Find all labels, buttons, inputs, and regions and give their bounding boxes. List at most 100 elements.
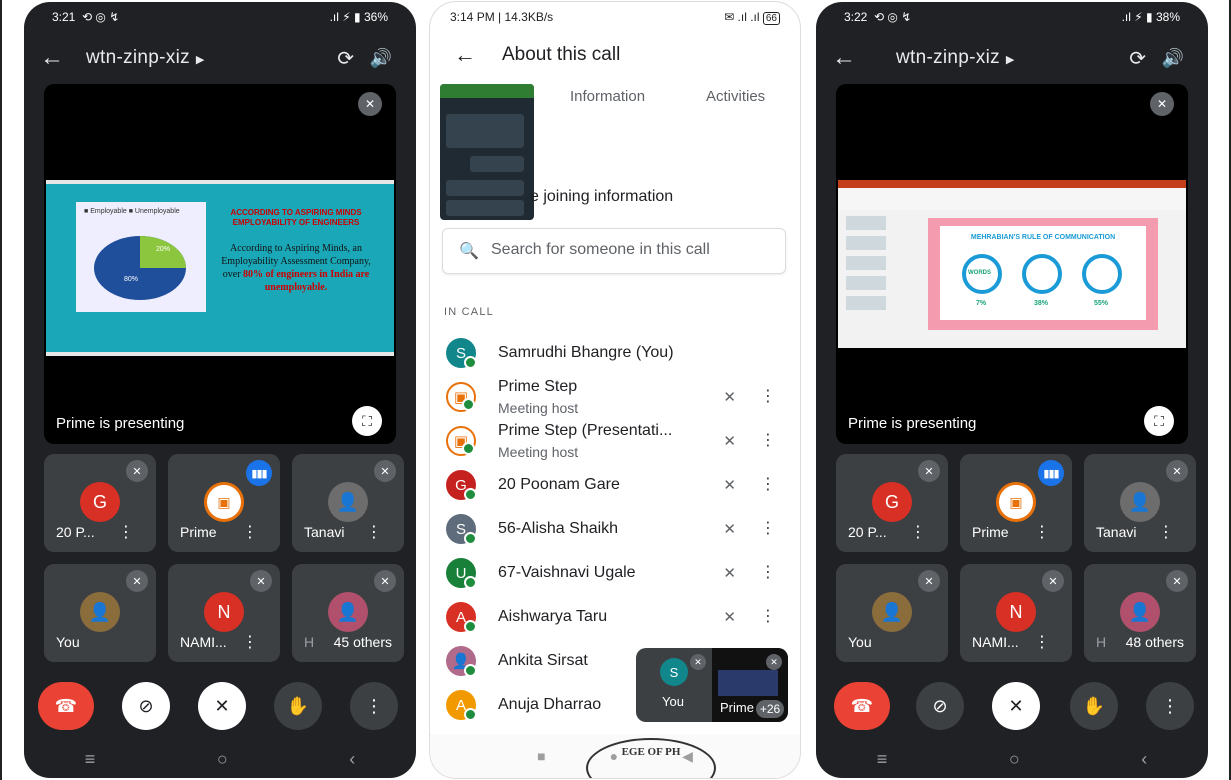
slide-body: According to Aspiring Minds, an Employab… xyxy=(221,243,371,293)
more-vert-icon[interactable]: ⋮ xyxy=(760,518,776,538)
avatar: N xyxy=(204,592,244,632)
fullscreen-icon[interactable]: ⛶ xyxy=(1144,406,1174,436)
mic-off-icon[interactable]: ✕ xyxy=(992,682,1040,730)
back-nav-icon[interactable]: ‹ xyxy=(349,749,355,770)
menu-icon[interactable]: ≡ xyxy=(877,749,888,770)
participant-tile[interactable]: ✕ N NAMI... ⋮ xyxy=(960,564,1072,662)
more-vert-icon[interactable]: ⋮ xyxy=(760,430,776,450)
participant-tile[interactable]: ✕ 👤 You xyxy=(44,564,156,662)
status-bar: 3:14 PM | 14.3KB/s ✉ .ıl .ıl 66 xyxy=(430,2,800,32)
end-call-icon[interactable]: ☎ xyxy=(834,682,890,730)
participant-name: 20 P... xyxy=(56,524,95,540)
camera-off-icon[interactable]: ⊘ xyxy=(122,682,170,730)
arrow-left-icon[interactable]: ← xyxy=(40,44,64,72)
participant-tile[interactable]: ✕ G 20 P... ⋮ xyxy=(44,454,156,552)
speaker-icon[interactable]: 🔊 xyxy=(370,48,392,69)
raise-hand-icon[interactable]: ✋ xyxy=(274,682,322,730)
right-phone: 3:22 ⟲ ◎ ↯ .ıl ⚡ ▮ 38% ← wtn-zinp-xiz ▶ ⟳… xyxy=(816,2,1208,778)
participant-grid: ✕ G 20 P... ⋮ ▮▮▮ ▣ Prime ⋮ ✕ 👤 Tanavi ⋮… xyxy=(44,454,404,666)
battery-level: 66 xyxy=(762,12,780,25)
camera-switch-icon[interactable]: ⟳ xyxy=(1129,46,1146,71)
search-input[interactable]: Search for someone in this call xyxy=(491,241,710,259)
participant-row[interactable]: S 56-Alisha Shaikh ✕ ⋮ xyxy=(444,508,786,552)
fullscreen-icon[interactable]: ⛶ xyxy=(352,406,382,436)
camera-switch-icon[interactable]: ⟳ xyxy=(337,46,354,71)
participant-row[interactable]: U 67-Vaishnavi Ugale ✕ ⋮ xyxy=(444,552,786,596)
participant-name: Prime xyxy=(972,524,1009,540)
participant-tile[interactable]: ✕ G 20 P... ⋮ xyxy=(836,454,948,552)
more-vert-icon[interactable]: ⋮ xyxy=(760,386,776,406)
more-vert-icon[interactable]: ⋮ xyxy=(1034,632,1050,652)
more-vert-icon[interactable]: ⋮ xyxy=(350,682,398,730)
more-vert-icon[interactable]: ⋮ xyxy=(760,606,776,626)
more-vert-icon[interactable]: ⋮ xyxy=(118,522,134,542)
avatar: G xyxy=(872,482,912,522)
call-controls: ☎ ⊘ ✕ ✋ ⋮ xyxy=(24,682,416,732)
participant-tile[interactable]: ✕ N NAMI... ⋮ xyxy=(168,564,280,662)
status-time: 3:21 xyxy=(52,10,76,24)
participant-name: Anuja Dharrao xyxy=(498,696,602,713)
more-vert-icon[interactable]: ⋮ xyxy=(760,562,776,582)
more-vert-icon[interactable]: ⋮ xyxy=(760,474,776,494)
participant-tile[interactable]: ▮▮▮ ▣ Prime ⋮ xyxy=(960,454,1072,552)
chat-preview-overlay[interactable] xyxy=(440,84,534,220)
participant-role: Meeting host xyxy=(498,400,579,416)
participant-name: H xyxy=(1096,634,1107,650)
joining-info-label[interactable]: e joining information xyxy=(530,188,673,206)
participant-row[interactable]: ▣ Prime Step (Presentati... Meeting host… xyxy=(444,420,786,464)
mic-off-icon: ✕ xyxy=(723,477,736,494)
more-vert-icon[interactable]: ⋮ xyxy=(1034,522,1050,542)
end-call-icon[interactable]: ☎ xyxy=(38,682,94,730)
slide-ring xyxy=(1082,254,1122,294)
presentation-stage[interactable]: ✕ ■ Employable ■ Unemployable 20% 80% AC… xyxy=(44,84,396,444)
others-tile[interactable]: ✕ 👤 H 48 others xyxy=(1084,564,1196,662)
back-nav-icon[interactable]: ‹ xyxy=(1141,749,1147,770)
tab-activities[interactable]: Activities xyxy=(706,88,765,105)
avatar: ▣ xyxy=(996,482,1036,522)
more-vert-icon[interactable]: ⋮ xyxy=(242,522,258,542)
pip-participant-count: +26 xyxy=(756,700,784,718)
recents-icon[interactable]: ■ xyxy=(537,748,545,764)
avatar: G xyxy=(446,470,477,501)
more-vert-icon[interactable]: ⋮ xyxy=(1146,682,1194,730)
call-toolbar: ← wtn-zinp-xiz ▶ ⟳ 🔊 xyxy=(816,38,1208,78)
mic-off-icon[interactable]: ✕ xyxy=(198,682,246,730)
camera-off-icon[interactable]: ⊘ xyxy=(916,682,964,730)
tab-information[interactable]: Information xyxy=(570,88,645,105)
presenting-label: Prime is presenting xyxy=(56,415,185,432)
home-icon[interactable]: ○ xyxy=(1009,749,1020,770)
picture-in-picture[interactable]: S ✕ You ✕ Prime +26 xyxy=(636,648,788,722)
slide-legend: ■ Employable ■ Unemployable xyxy=(84,208,180,215)
more-vert-icon[interactable]: ⋮ xyxy=(366,522,382,542)
more-vert-icon[interactable]: ⋮ xyxy=(910,522,926,542)
participant-row[interactable]: A Aishwarya Taru ✕ ⋮ xyxy=(444,596,786,640)
menu-icon[interactable]: ≡ xyxy=(85,749,96,770)
participant-tile[interactable]: ✕ 👤 Tanavi ⋮ xyxy=(1084,454,1196,552)
slide-canvas: MEHRABIAN'S RULE OF COMMUNICATION WORDS … xyxy=(928,218,1158,330)
participant-name: 67-Vaishnavi Ugale xyxy=(498,564,636,581)
participant-row[interactable]: S Samrudhi Bhangre (You) xyxy=(444,332,786,376)
participant-tile[interactable]: ▮▮▮ ▣ Prime ⋮ xyxy=(168,454,280,552)
mic-off-icon: ✕ xyxy=(126,460,148,482)
arrow-left-icon[interactable]: ← xyxy=(454,42,476,68)
speaker-icon[interactable]: 🔊 xyxy=(1162,48,1184,69)
avatar: 👤 xyxy=(328,482,368,522)
home-icon[interactable]: ○ xyxy=(217,749,228,770)
others-tile[interactable]: ✕ 👤 H 45 others xyxy=(292,564,404,662)
participant-row[interactable]: G 20 Poonam Gare ✕ ⋮ xyxy=(444,464,786,508)
participant-tile[interactable]: ✕ 👤 Tanavi ⋮ xyxy=(292,454,404,552)
participant-search[interactable]: 🔍 Search for someone in this call xyxy=(442,228,786,274)
participant-row[interactable]: ▣ Prime Step Meeting host ✕ ⋮ xyxy=(444,376,786,420)
mic-off-icon: ✕ xyxy=(1166,460,1188,482)
raise-hand-icon[interactable]: ✋ xyxy=(1070,682,1118,730)
meeting-code[interactable]: wtn-zinp-xiz ▶ xyxy=(86,47,205,69)
participant-tile[interactable]: ✕ 👤 You xyxy=(836,564,948,662)
more-vert-icon[interactable]: ⋮ xyxy=(242,632,258,652)
avatar: A xyxy=(446,690,477,721)
slide-headline: ACCORDING TO ASPIRING MINDS EMPLOYABILIT… xyxy=(230,208,362,227)
presentation-stage[interactable]: ✕ MEHRABIAN'S RULE OF COMMUNICATION WORD… xyxy=(836,84,1188,444)
more-vert-icon[interactable]: ⋮ xyxy=(1158,522,1174,542)
meeting-code[interactable]: wtn-zinp-xiz ▶ xyxy=(896,47,1015,69)
mic-off-icon: ✕ xyxy=(723,565,736,582)
arrow-left-icon[interactable]: ← xyxy=(832,44,856,72)
